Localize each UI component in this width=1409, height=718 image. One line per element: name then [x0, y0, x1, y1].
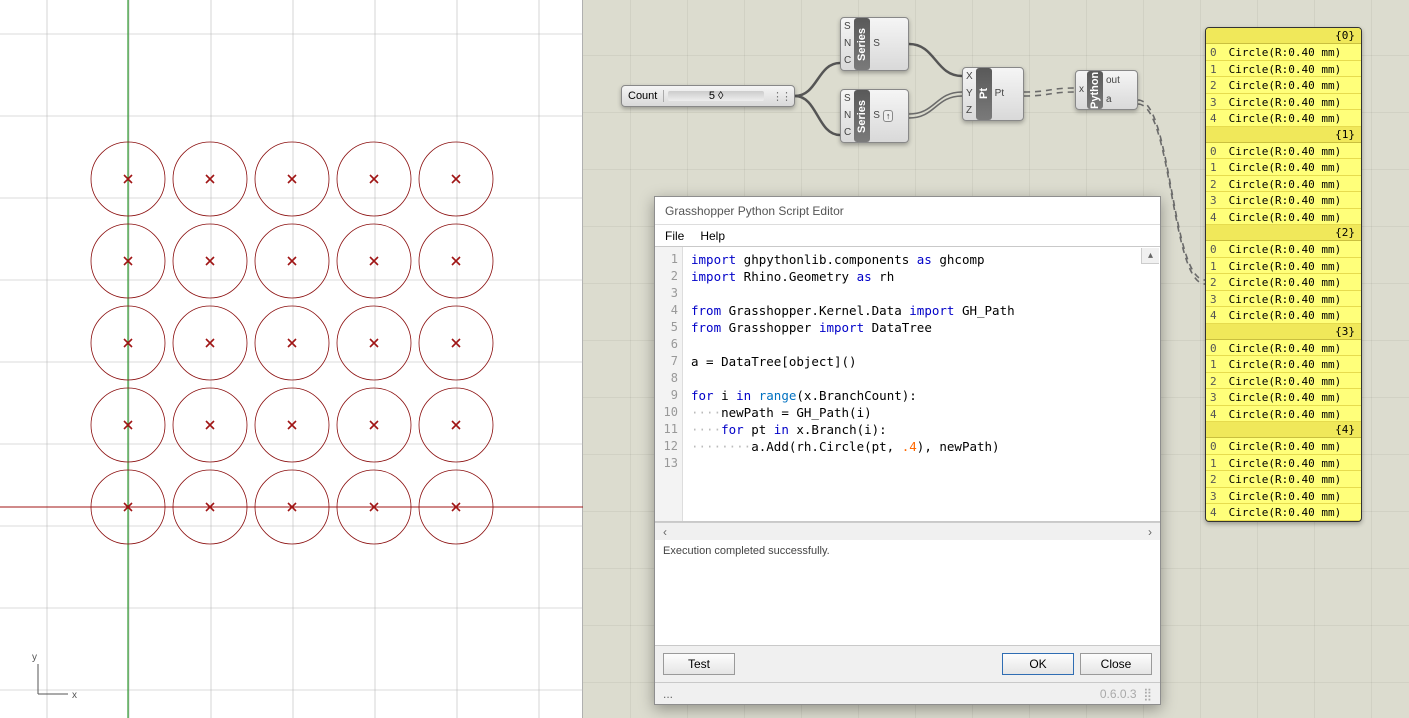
resize-grip-icon[interactable]: 0.6.0.3 ⣿ — [1100, 687, 1152, 701]
port-X[interactable]: X — [963, 69, 976, 85]
component-python[interactable]: x Python out a — [1075, 70, 1138, 110]
editor-version: 0.6.0.3 — [1100, 687, 1137, 701]
slider-grip-icon: ⋮⋮ — [768, 90, 794, 103]
port-S-in[interactable]: S — [841, 19, 854, 35]
component-title: Series — [854, 90, 870, 142]
panel-item-row: 2 Circle(R:0.40 mm) — [1206, 77, 1361, 94]
number-slider-count[interactable]: Count 5 ◊ ⋮⋮ — [621, 85, 795, 107]
editor-output-pane: Execution completed successfully. — [655, 540, 1160, 646]
panel-item-row: 0 Circle(R:0.40 mm) — [1206, 438, 1361, 455]
editor-title: Grasshopper Python Script Editor — [665, 204, 844, 218]
panel-item-row: 1 Circle(R:0.40 mm) — [1206, 356, 1361, 373]
grasshopper-canvas[interactable]: Count 5 ◊ ⋮⋮ S N C Series S S N C Series… — [583, 0, 1409, 718]
execution-status: Execution completed successfully. — [663, 545, 830, 557]
python-script-editor-window[interactable]: Grasshopper Python Script Editor File He… — [654, 196, 1161, 705]
branch-path-header: {3} — [1206, 324, 1361, 340]
component-title: Series — [854, 18, 870, 70]
panel-item-row: 2 Circle(R:0.40 mm) — [1206, 373, 1361, 390]
panel-item-row: 3 Circle(R:0.40 mm) — [1206, 192, 1361, 209]
scroll-left-icon[interactable]: ‹ — [657, 525, 673, 539]
panel-item-row: 4 Circle(R:0.40 mm) — [1206, 406, 1361, 423]
port-S-in[interactable]: S — [841, 91, 854, 107]
panel-item-row: 3 Circle(R:0.40 mm) — [1206, 488, 1361, 505]
panel-item-row: 0 Circle(R:0.40 mm) — [1206, 241, 1361, 258]
panel-item-row: 0 Circle(R:0.40 mm) — [1206, 143, 1361, 160]
output-panel[interactable]: {0}0 Circle(R:0.40 mm)1 Circle(R:0.40 mm… — [1205, 27, 1362, 522]
panel-item-row: 4 Circle(R:0.40 mm) — [1206, 307, 1361, 324]
close-button[interactable]: Close — [1080, 653, 1152, 675]
panel-item-row: 4 Circle(R:0.40 mm) — [1206, 110, 1361, 127]
port-S-out[interactable]: S — [870, 36, 883, 52]
panel-item-row: 1 Circle(R:0.40 mm) — [1206, 455, 1361, 472]
port-Z[interactable]: Z — [963, 103, 976, 119]
component-construct-point[interactable]: X Y Z Pt Pt — [962, 67, 1024, 121]
slider-value: 5 ◊ — [709, 90, 724, 102]
panel-item-row: 1 Circle(R:0.40 mm) — [1206, 159, 1361, 176]
component-title: Python — [1087, 71, 1103, 109]
branch-path-header: {4} — [1206, 422, 1361, 438]
port-Pt-out[interactable]: Pt — [992, 86, 1007, 102]
port-N-in[interactable]: N — [841, 36, 854, 52]
panel-item-row: 2 Circle(R:0.40 mm) — [1206, 176, 1361, 193]
line-gutter: 1 2 3 4 5 6 7 8 9 10 11 12 13 — [655, 247, 683, 521]
branch-path-header: {0} — [1206, 28, 1361, 44]
panel-item-row: 4 Circle(R:0.40 mm) — [1206, 504, 1361, 521]
port-S-out[interactable]: S — [870, 108, 883, 124]
test-button[interactable]: Test — [663, 653, 735, 675]
viewport-svg: xy — [0, 0, 583, 718]
scroll-right-icon[interactable]: › — [1142, 525, 1158, 539]
panel-item-row: 1 Circle(R:0.40 mm) — [1206, 61, 1361, 78]
status-ellipsis: ... — [663, 687, 673, 701]
panel-item-row: 3 Circle(R:0.40 mm) — [1206, 291, 1361, 308]
port-a[interactable]: a — [1103, 92, 1123, 108]
component-series-1[interactable]: S N C Series S — [840, 17, 909, 71]
panel-item-row: 0 Circle(R:0.40 mm) — [1206, 340, 1361, 357]
slider-label: Count — [622, 90, 664, 102]
panel-item-row: 4 Circle(R:0.40 mm) — [1206, 209, 1361, 226]
panel-item-row: 0 Circle(R:0.40 mm) — [1206, 44, 1361, 61]
port-C-in[interactable]: C — [841, 125, 854, 141]
menu-file[interactable]: File — [665, 229, 684, 243]
code-editor[interactable]: import ghpythonlib.components as ghcomp … — [683, 247, 1160, 521]
component-series-2[interactable]: S N C Series S ↑ — [840, 89, 909, 143]
branch-path-header: {1} — [1206, 127, 1361, 143]
port-C-in[interactable]: C — [841, 53, 854, 69]
panel-item-row: 3 Circle(R:0.40 mm) — [1206, 389, 1361, 406]
svg-text:x: x — [72, 690, 77, 701]
panel-item-row: 3 Circle(R:0.40 mm) — [1206, 94, 1361, 111]
ok-button[interactable]: OK — [1002, 653, 1074, 675]
graft-icon: ↑ — [883, 110, 894, 122]
editor-button-bar: Test OK Close — [655, 646, 1160, 682]
editor-hscrollbar[interactable]: ‹ › — [655, 522, 1160, 540]
port-Y[interactable]: Y — [963, 86, 976, 102]
panel-item-row: 2 Circle(R:0.40 mm) — [1206, 471, 1361, 488]
slider-track[interactable]: 5 ◊ — [668, 91, 764, 101]
editor-statusbar: ... 0.6.0.3 ⣿ — [655, 682, 1160, 704]
rhino-viewport[interactable]: xy — [0, 0, 583, 718]
menu-help[interactable]: Help — [700, 229, 725, 243]
port-N-in[interactable]: N — [841, 108, 854, 124]
branch-path-header: {2} — [1206, 225, 1361, 241]
port-out[interactable]: out — [1103, 73, 1123, 89]
port-x-in[interactable]: x — [1076, 82, 1087, 98]
scroll-up-icon[interactable]: ▴ — [1141, 248, 1159, 264]
code-area: ▴ 1 2 3 4 5 6 7 8 9 10 11 12 13 import g… — [655, 247, 1160, 522]
panel-item-row: 1 Circle(R:0.40 mm) — [1206, 258, 1361, 275]
panel-item-row: 2 Circle(R:0.40 mm) — [1206, 274, 1361, 291]
editor-titlebar[interactable]: Grasshopper Python Script Editor — [655, 197, 1160, 225]
component-title: Pt — [976, 68, 992, 120]
editor-menubar: File Help — [655, 225, 1160, 247]
svg-text:y: y — [32, 652, 37, 663]
close-icon[interactable] — [1132, 202, 1150, 220]
